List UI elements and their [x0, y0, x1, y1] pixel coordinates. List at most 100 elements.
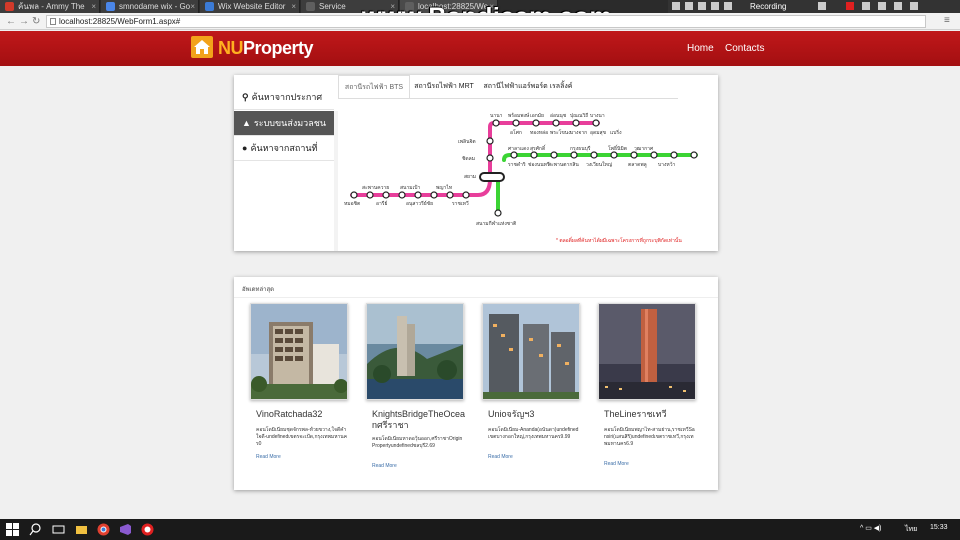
- station-label: หมอชิต: [344, 200, 360, 207]
- sukhumvit-line-mid: [488, 121, 496, 175]
- pen-icon[interactable]: [818, 2, 826, 10]
- station-dot: [486, 154, 494, 162]
- listing-card[interactable]: KnightsBridgeTheOceanศรีราชา คอนโดมิเนีย…: [366, 303, 468, 469]
- map-pin-icon: ●: [242, 143, 248, 153]
- siam-interchange: [479, 172, 505, 182]
- section-divider: [234, 297, 718, 298]
- nav-contacts[interactable]: Contacts: [725, 43, 764, 54]
- station-label: อนุสาวรีย์ชัย: [406, 200, 433, 207]
- listing-image[interactable]: [598, 303, 696, 400]
- station-dot: [532, 119, 540, 127]
- map-note: * ตลอดิ์ผลที่ค้นหาได้ผมีเฉพาะโครงการที่ถ…: [556, 238, 682, 244]
- station-dot: [630, 151, 638, 159]
- station-label: ทองหล่อ: [530, 130, 548, 136]
- station-dot: [398, 191, 406, 199]
- chevron-down-icon[interactable]: [672, 2, 680, 10]
- station-dot: [494, 209, 502, 217]
- site-logo[interactable]: NUProperty: [191, 36, 314, 62]
- listing-card[interactable]: TheLineราชเทวี คอนโดมิเนียมพญาไท-สามย่าน…: [598, 303, 698, 468]
- search-icon[interactable]: [698, 2, 706, 10]
- bts-route-map[interactable]: นานา พร้อมพงษ์ เอกมัย อ่อนนุช ปุณณวิถี บ…: [338, 103, 708, 233]
- train-icon: ▲: [242, 118, 251, 128]
- station-label: สะพานตากสิน: [548, 161, 579, 168]
- close-tab-icon[interactable]: ×: [291, 0, 296, 13]
- station-label: พญาไท: [436, 184, 452, 191]
- search-icon[interactable]: [29, 523, 42, 536]
- listing-image[interactable]: [482, 303, 580, 400]
- camera-icon[interactable]: [711, 2, 719, 10]
- maximize-icon[interactable]: [894, 2, 902, 10]
- forward-icon[interactable]: →: [19, 15, 29, 28]
- minimize-icon[interactable]: [878, 2, 886, 10]
- tab-bts[interactable]: สถานีรถไฟฟ้า BTS: [338, 75, 410, 98]
- station-label: แบริ่ง: [610, 129, 622, 136]
- close-icon[interactable]: [910, 2, 918, 10]
- listing-card[interactable]: VinoRatchada32 คอนโดมิเนียมชุดจักรพล-ห้ว…: [250, 303, 350, 468]
- station-label: เพลินจิต: [458, 138, 476, 145]
- read-more-link[interactable]: Read More: [604, 461, 629, 467]
- input-language[interactable]: ไทย: [905, 524, 917, 535]
- tabs-divider: [338, 98, 678, 99]
- menu-icon[interactable]: ≡: [944, 15, 950, 26]
- station-label: บางนา: [590, 113, 605, 119]
- stop-icon[interactable]: [846, 2, 854, 10]
- station-dot: [492, 119, 500, 127]
- nav-home[interactable]: Home: [687, 43, 714, 54]
- read-more-link[interactable]: Read More: [372, 463, 397, 469]
- sidebar-item-announcement[interactable]: ⚲ ค้นหาจากประกาศ: [234, 85, 334, 110]
- station-label: ปุณณวิถี: [570, 112, 588, 119]
- station-labels: นานา พร้อมพงษ์ เอกมัย อ่อนนุช ปุณณวิถี บ…: [344, 112, 676, 227]
- station-label: ราชดำริ: [508, 161, 526, 168]
- listing-image[interactable]: [366, 303, 464, 400]
- station-dot: [590, 151, 598, 159]
- page-icon: [306, 2, 315, 11]
- visual-studio-icon[interactable]: [119, 523, 132, 536]
- listing-name[interactable]: TheLineราชเทวี: [604, 409, 700, 420]
- pause-icon[interactable]: [685, 2, 693, 10]
- browser-tab[interactable]: ค้นพล - Ammy The ×: [0, 0, 100, 13]
- read-more-link[interactable]: Read More: [488, 454, 513, 460]
- tray-icons[interactable]: ^ ▭ ◀): [860, 524, 882, 532]
- listing-name[interactable]: VinoRatchada32: [256, 409, 352, 420]
- station-dot: [670, 151, 678, 159]
- folder-icon[interactable]: [724, 2, 732, 10]
- read-more-link[interactable]: Read More: [256, 454, 281, 460]
- listing-name[interactable]: KnightsBridgeTheOceanศรีราชา: [372, 409, 468, 431]
- wix-icon: [205, 2, 214, 11]
- tab-airport-link[interactable]: สถานีไฟฟ้าแอร์พอร์ต เรลลิ้งค์: [478, 75, 578, 98]
- chrome-icon[interactable]: [97, 523, 110, 536]
- close-tab-icon[interactable]: ×: [190, 0, 195, 13]
- station-label: ช่องนนทรี: [528, 161, 550, 168]
- file-explorer-icon[interactable]: [75, 523, 88, 536]
- back-icon[interactable]: ←: [6, 15, 16, 28]
- bandicam-icon[interactable]: [141, 523, 154, 536]
- listing-name[interactable]: Unioจรัญฯ3: [488, 409, 584, 420]
- address-bar[interactable]: localhost:28825/WebForm1.aspx#: [46, 15, 926, 28]
- station-label: อ่อนนุช: [550, 113, 567, 119]
- listings-panel: อัพเดทล่าสุด VinoRatchada32 คอนโดมิเนียม…: [234, 277, 718, 490]
- station-dot: [530, 151, 538, 159]
- station-label: ราชเทวี: [452, 200, 469, 207]
- task-view-icon[interactable]: [52, 523, 65, 536]
- station-dot: [414, 191, 422, 199]
- station-dot: [366, 191, 374, 199]
- section-title: อัพเดทล่าสุด: [242, 287, 275, 293]
- listing-card[interactable]: Unioจรัญฯ3 คอนโดมิเนียม-Ananda(อนันดา)un…: [482, 303, 582, 468]
- station-dot: [446, 191, 454, 199]
- sidebar-item-place[interactable]: ● ค้นหาจากสถานที่: [234, 136, 334, 161]
- recording-label: Recording: [750, 2, 787, 11]
- listing-description: คอนโดมิเนียมพญาไท-สามย่าน,ราชเทวีSansiri…: [604, 427, 695, 447]
- close-tab-icon[interactable]: ×: [91, 0, 96, 13]
- station-label: วุฒากาศ: [634, 146, 654, 152]
- sidebar-item-transit[interactable]: ▲ ระบบขนส่งมวลชน: [234, 111, 334, 136]
- browser-tab[interactable]: Wix Website Editor ×: [200, 0, 300, 13]
- tab-mrt[interactable]: สถานีรถไฟฟ้า MRT: [410, 75, 478, 98]
- windows-start-icon[interactable]: [6, 523, 19, 536]
- listing-image[interactable]: [250, 303, 348, 400]
- browser-tab[interactable]: smnodame wix - Go ×: [101, 0, 199, 13]
- camera-icon[interactable]: [862, 2, 870, 10]
- reload-icon[interactable]: ↻: [32, 15, 40, 28]
- clock[interactable]: 15:33: [930, 524, 948, 531]
- google-icon: [106, 2, 115, 11]
- browser-toolbar: ← → ↻ localhost:28825/WebForm1.aspx# ≡: [0, 13, 960, 30]
